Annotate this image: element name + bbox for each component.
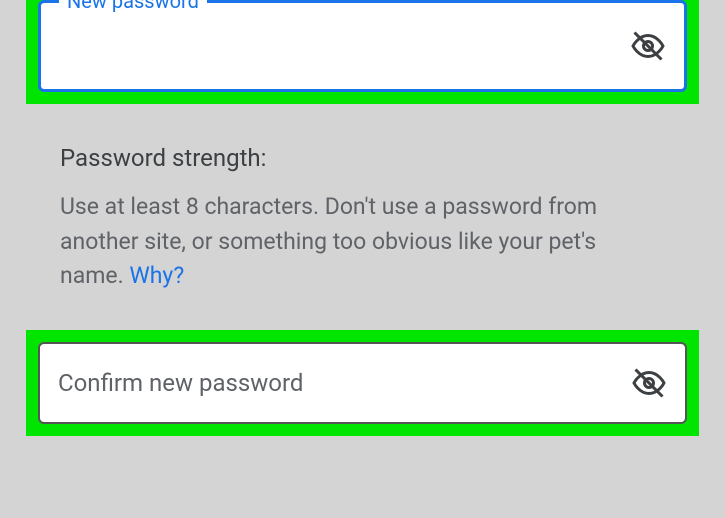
new-password-highlight: New password xyxy=(26,0,699,104)
why-link[interactable]: Why? xyxy=(129,262,184,289)
confirm-password-input[interactable] xyxy=(58,369,631,397)
visibility-off-icon[interactable] xyxy=(631,365,667,401)
confirm-password-highlight xyxy=(26,330,699,436)
confirm-password-field[interactable] xyxy=(38,342,687,424)
new-password-label: New password xyxy=(59,0,207,13)
new-password-input[interactable] xyxy=(59,32,630,60)
visibility-off-icon[interactable] xyxy=(630,28,666,64)
password-strength-title: Password strength: xyxy=(60,144,665,172)
password-strength-section: Password strength: Use at least 8 charac… xyxy=(0,104,725,330)
password-strength-hint: Use at least 8 characters. Don't use a p… xyxy=(60,190,665,294)
new-password-field[interactable]: New password xyxy=(38,0,687,92)
